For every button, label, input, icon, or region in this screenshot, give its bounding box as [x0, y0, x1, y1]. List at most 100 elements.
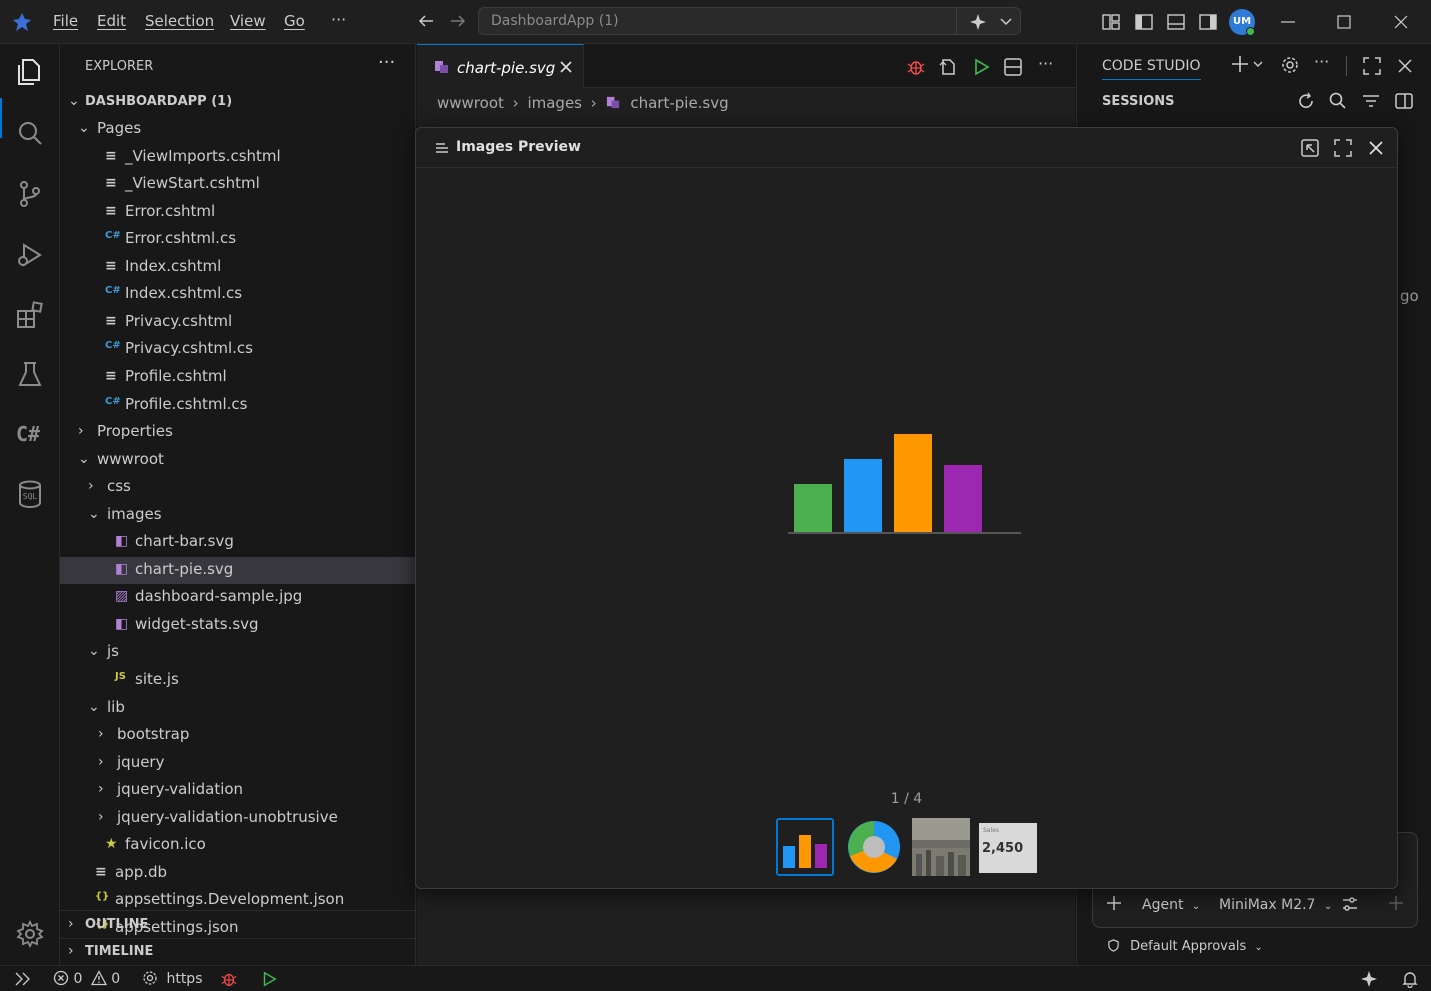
tree-file[interactable]: ≡ Profile.cshtml — [60, 364, 415, 391]
tree-file[interactable]: ≡ Privacy.cshtml — [60, 309, 415, 336]
source-control-icon[interactable] — [14, 178, 46, 210]
search-icon[interactable] — [14, 117, 46, 149]
tree-file[interactable]: C# Profile.cshtml.cs — [60, 392, 415, 419]
project-root-header[interactable]: ⌄ DASHBOARDAPP (1) — [60, 89, 415, 116]
command-center[interactable]: DashboardApp (1) — [478, 7, 1021, 35]
tree-folder[interactable]: ⌄ lib — [60, 695, 415, 722]
refresh-icon[interactable] — [1296, 91, 1316, 111]
menu-view[interactable]: View — [230, 12, 266, 30]
tree-folder[interactable]: ⌄ Pages — [60, 116, 415, 143]
fullscreen-icon[interactable] — [1333, 138, 1353, 158]
maximize-icon[interactable] — [1335, 12, 1353, 32]
panel-settings-icon[interactable] — [1280, 55, 1300, 75]
back-arrow-icon[interactable] — [416, 11, 436, 31]
model-dropdown[interactable]: MiniMax M2.7 ⌄ — [1219, 897, 1332, 913]
tree-file[interactable]: ≡ app.db — [60, 860, 415, 887]
tree-folder[interactable]: ⌄ wwwroot — [60, 447, 415, 474]
thumbnail-chart-pie[interactable] — [845, 818, 903, 876]
tab-chart-pie[interactable]: chart-pie.svg — [417, 44, 584, 88]
tree-file[interactable]: ≡ _ViewStart.cshtml — [60, 171, 415, 198]
tree-file[interactable]: ▨ dashboard-sample.jpg — [60, 584, 415, 611]
agent-mode-dropdown[interactable]: Agent ⌄ — [1142, 897, 1200, 913]
status-run-icon[interactable] — [260, 970, 278, 988]
open-in-editor-icon[interactable] — [1300, 138, 1320, 158]
breadcrumb-images[interactable]: images — [527, 94, 582, 112]
extensions-icon[interactable] — [14, 299, 46, 331]
close-tab-icon[interactable] — [558, 59, 574, 75]
menu-more[interactable]: ··· — [331, 10, 346, 29]
copilot-status-icon[interactable] — [1360, 970, 1378, 988]
notifications-bell-icon[interactable] — [1401, 970, 1419, 988]
tree-file[interactable]: JS site.js — [60, 667, 415, 694]
add-context-icon[interactable] — [1105, 894, 1123, 912]
testing-icon[interactable] — [14, 359, 46, 391]
menu-file[interactable]: File — [53, 12, 78, 30]
close-panel-icon[interactable] — [1395, 56, 1415, 76]
open-changes-icon[interactable] — [938, 57, 958, 77]
breadcrumb-wwwroot[interactable]: wwwroot — [437, 94, 504, 112]
svg-text:SQL: SQL — [23, 492, 38, 501]
toggle-panel-icon[interactable] — [1166, 12, 1186, 32]
settings-gear-icon[interactable] — [14, 918, 46, 950]
copilot-icon[interactable] — [969, 13, 987, 31]
timeline-section-header[interactable]: › TIMELINE — [60, 939, 415, 965]
sessions-search-icon[interactable] — [1328, 91, 1348, 111]
maximize-panel-icon[interactable] — [1362, 56, 1382, 76]
new-session-icon[interactable] — [1230, 54, 1264, 74]
close-dialog-icon[interactable] — [1366, 138, 1386, 158]
status-debug-icon[interactable] — [220, 970, 238, 988]
tree-file[interactable]: ◧ chart-bar.svg — [60, 529, 415, 556]
split-editor-icon[interactable] — [1003, 57, 1023, 77]
outline-section-header[interactable]: › OUTLINE — [60, 912, 415, 939]
forward-arrow-icon[interactable] — [448, 11, 468, 31]
explorer-icon[interactable] — [14, 56, 46, 88]
tree-folder[interactable]: › jquery-validation-unobtrusive — [60, 805, 415, 832]
menu-go[interactable]: Go — [284, 12, 305, 30]
tree-folder[interactable]: ⌄ js — [60, 639, 415, 666]
tree-file[interactable]: C# Privacy.cshtml.cs — [60, 336, 415, 363]
tree-file[interactable]: ≡ Index.cshtml — [60, 254, 415, 281]
tree-file[interactable]: ◧ widget-stats.svg — [60, 612, 415, 639]
thumbnail-dashboard-sample[interactable] — [912, 818, 970, 876]
run-icon[interactable] — [971, 57, 991, 77]
default-approvals[interactable]: Default Approvals ⌄ — [1107, 939, 1263, 954]
menu-selection[interactable]: Selection — [145, 12, 214, 30]
panel-more-icon[interactable]: ··· — [1314, 52, 1329, 71]
tree-folder[interactable]: ⌄ images — [60, 502, 415, 529]
send-icon[interactable] — [1387, 894, 1405, 912]
tree-file[interactable]: ◧ chart-pie.svg — [60, 556, 415, 584]
breadcrumb-file[interactable]: chart-pie.svg — [630, 94, 728, 112]
tree-folder[interactable]: › bootstrap — [60, 722, 415, 749]
tree-folder[interactable]: › Properties — [60, 419, 415, 446]
tree-folder[interactable]: › jquery — [60, 750, 415, 777]
chevron-down-icon[interactable] — [999, 13, 1013, 29]
tree-file[interactable]: ≡ _ViewImports.cshtml — [60, 144, 415, 171]
close-window-icon[interactable] — [1392, 12, 1410, 32]
tree-folder[interactable]: › jquery-validation — [60, 777, 415, 804]
code-studio-title[interactable]: CODE STUDIO — [1102, 58, 1201, 80]
menu-edit[interactable]: Edit — [97, 12, 126, 30]
tree-file[interactable]: C# Index.cshtml.cs — [60, 281, 415, 308]
launch-profile[interactable]: https — [142, 970, 203, 987]
toggle-secondary-sidebar-icon[interactable] — [1198, 12, 1218, 32]
thumbnail-widget-stats[interactable]: Sales 2,450 — [979, 823, 1037, 873]
explorer-more-actions[interactable]: ··· — [378, 52, 395, 73]
tree-file[interactable]: ★ favicon.ico — [60, 832, 415, 859]
problems-indicator[interactable]: 0 0 — [53, 970, 120, 987]
filter-icon[interactable] — [1361, 91, 1381, 111]
tree-file[interactable]: ≡ Error.cshtml — [60, 199, 415, 226]
minimize-icon[interactable] — [1279, 12, 1297, 32]
remote-indicator-icon[interactable] — [14, 971, 32, 987]
run-debug-icon[interactable] — [14, 239, 46, 271]
customize-layout-icon[interactable] — [1101, 12, 1121, 32]
tree-folder[interactable]: › css — [60, 474, 415, 501]
sql-database-icon[interactable]: SQL — [14, 478, 46, 510]
tools-sliders-icon[interactable] — [1341, 895, 1359, 913]
toggle-primary-sidebar-icon[interactable] — [1134, 12, 1154, 32]
split-view-icon[interactable] — [1394, 91, 1414, 111]
editor-more-icon[interactable]: ··· — [1038, 54, 1053, 73]
tree-file[interactable]: C# Error.cshtml.cs — [60, 226, 415, 253]
thumbnail-chart-bar[interactable] — [776, 818, 834, 876]
csharp-icon[interactable]: C# — [16, 422, 40, 446]
debug-bug-icon[interactable] — [906, 57, 926, 77]
